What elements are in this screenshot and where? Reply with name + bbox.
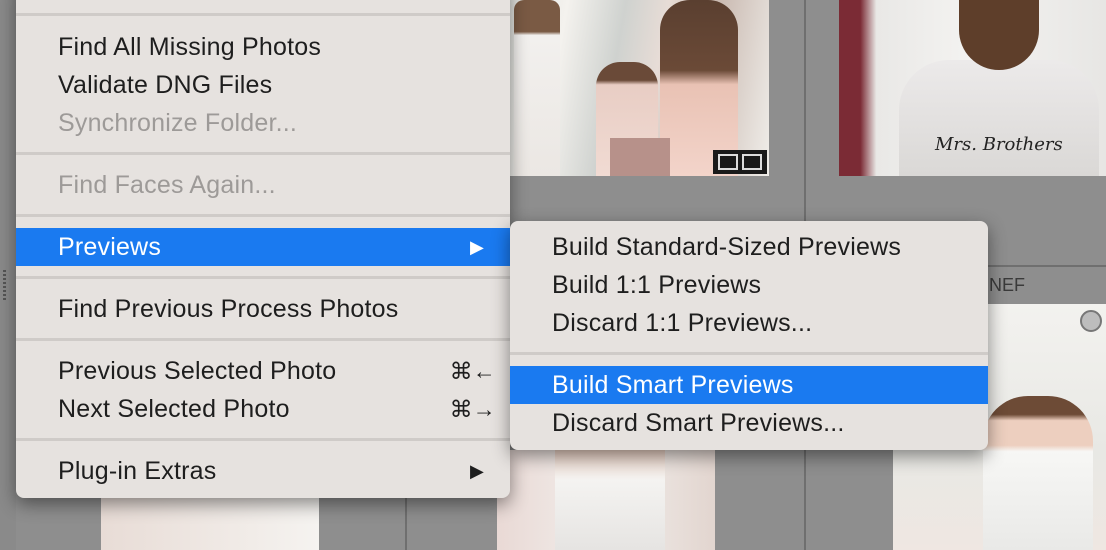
menu-item-label: Build Smart Previews bbox=[552, 370, 794, 399]
menu-item-label: Previous Selected Photo bbox=[58, 356, 337, 385]
thumbnail-filename-label: NEF bbox=[989, 275, 1025, 295]
menu-item-label: Discard Smart Previews... bbox=[552, 408, 845, 437]
menu-separator bbox=[16, 152, 510, 155]
left-panel-edge bbox=[0, 0, 16, 550]
photo-thumbnail[interactable] bbox=[510, 0, 769, 176]
menu-separator bbox=[16, 214, 510, 217]
menu-item-label: Find Faces Again... bbox=[58, 170, 276, 199]
submenu-arrow-icon: ▶ bbox=[469, 460, 484, 481]
photo-thumbnail[interactable]: Mrs. Brothers bbox=[839, 0, 1106, 176]
menu-item-find-faces-again: Find Faces Again... bbox=[16, 166, 510, 204]
menu-item-label: Plug-in Extras bbox=[58, 456, 217, 485]
menu-item-label: Find Previous Process Photos bbox=[58, 294, 399, 323]
submenu-item-build-smart-previews[interactable]: Build Smart Previews bbox=[510, 366, 988, 404]
previews-submenu: Build Standard-Sized Previews Build 1:1 … bbox=[510, 221, 988, 450]
menu-item-plug-in-extras[interactable]: Plug-in Extras ▶ bbox=[16, 452, 510, 490]
menu-item-find-all-missing-photos[interactable]: Find All Missing Photos bbox=[16, 28, 510, 66]
menu-item-previews[interactable]: Previews ▶ bbox=[16, 228, 510, 266]
photo-thumbnail[interactable] bbox=[101, 490, 319, 550]
menu-separator bbox=[16, 13, 510, 16]
submenu-item-discard-smart-previews[interactable]: Discard Smart Previews... bbox=[510, 404, 988, 442]
menu-item-synchronize-folder: Synchronize Folder... bbox=[16, 104, 510, 142]
menu-item-find-previous-process-photos[interactable]: Find Previous Process Photos bbox=[16, 290, 510, 328]
panel-resize-grip[interactable] bbox=[3, 270, 6, 300]
menu-item-next-selected-photo[interactable]: Next Selected Photo ⌘→ bbox=[16, 390, 510, 428]
menu-item-label: Discard 1:1 Previews... bbox=[552, 308, 813, 337]
menu-item-previous-selected-photo[interactable]: Previous Selected Photo ⌘← bbox=[16, 352, 510, 390]
menu-item-label: Build Standard-Sized Previews bbox=[552, 232, 902, 261]
shortcut-label: ⌘→ bbox=[449, 395, 496, 422]
edited-badge-icon bbox=[713, 150, 767, 174]
menu-separator bbox=[510, 352, 988, 355]
submenu-item-build-standard-sized-previews[interactable]: Build Standard-Sized Previews bbox=[510, 228, 988, 266]
submenu-item-build-1-1-previews[interactable]: Build 1:1 Previews bbox=[510, 266, 988, 304]
photo-robe-text: Mrs. Brothers bbox=[935, 134, 1063, 155]
menu-separator bbox=[16, 276, 510, 279]
menu-item-label: Validate DNG Files bbox=[58, 70, 273, 99]
submenu-arrow-icon: ▶ bbox=[469, 236, 484, 257]
shortcut-label: ⌘← bbox=[449, 357, 496, 384]
menu-separator bbox=[16, 338, 510, 341]
menu-separator bbox=[16, 438, 510, 441]
menu-item-label: Previews bbox=[58, 232, 162, 261]
menu-item-label: Next Selected Photo bbox=[58, 394, 290, 423]
photo-thumbnail[interactable] bbox=[497, 450, 715, 550]
menu-item-label: Synchronize Folder... bbox=[58, 108, 298, 137]
selection-circle-icon[interactable] bbox=[1080, 310, 1102, 332]
menu-item-validate-dng-files[interactable]: Validate DNG Files bbox=[16, 66, 510, 104]
library-menu: Find All Missing Photos Validate DNG Fil… bbox=[16, 0, 510, 498]
submenu-item-discard-1-1-previews[interactable]: Discard 1:1 Previews... bbox=[510, 304, 988, 342]
menu-item-label: Build 1:1 Previews bbox=[552, 270, 762, 299]
menu-item-label: Find All Missing Photos bbox=[58, 32, 322, 61]
